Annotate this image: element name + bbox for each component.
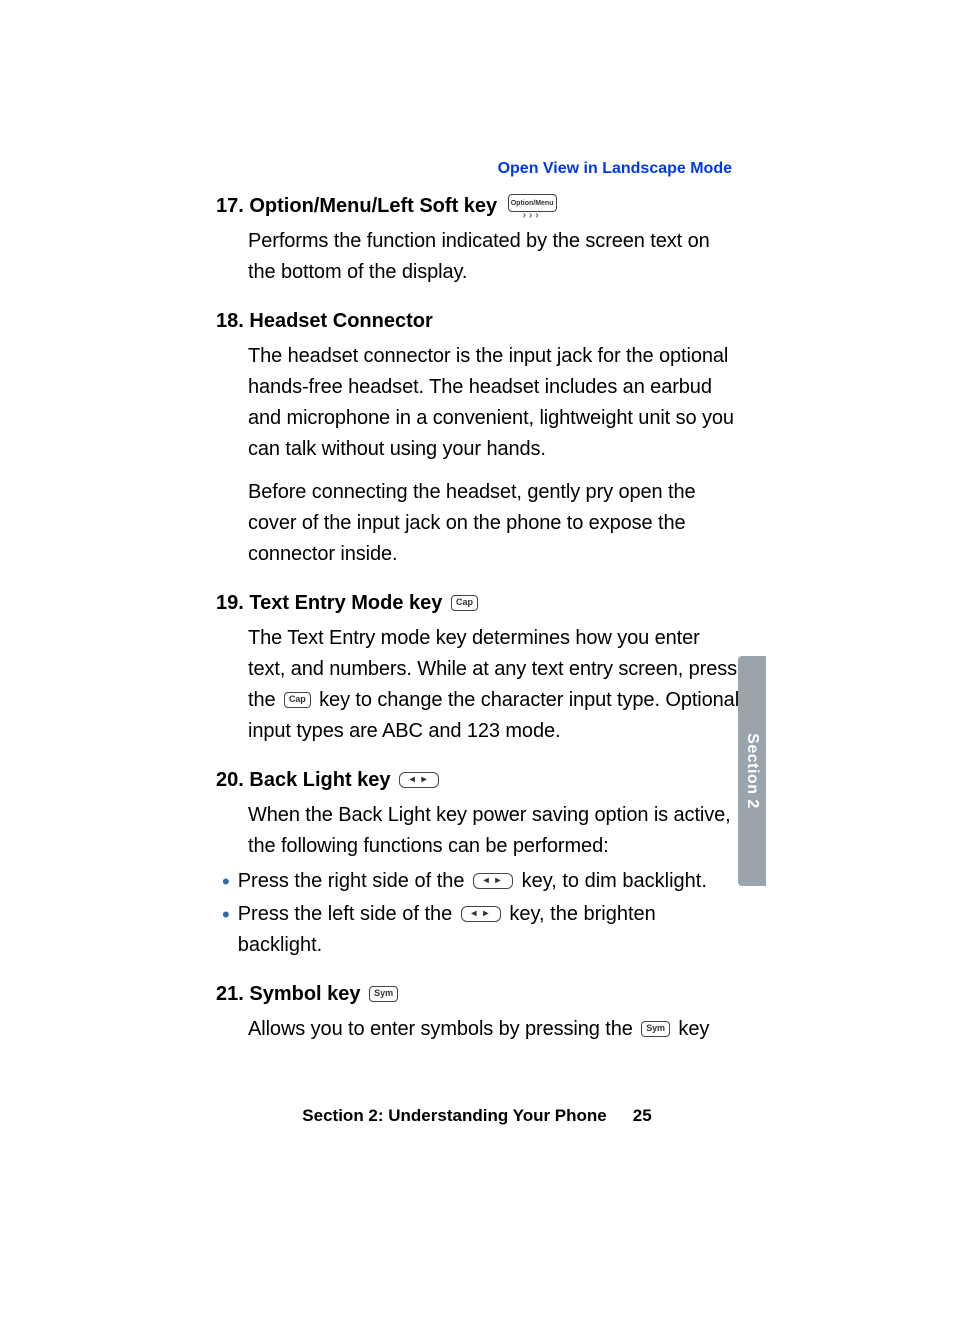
list-item: 18. Headset Connector The headset connec…	[216, 308, 741, 570]
section-tab-label: Section 2	[743, 733, 761, 809]
backlight-key-icon: ◂ ▸	[399, 772, 439, 788]
item-number: 17.	[216, 193, 244, 220]
item-body: When the Back Light key power saving opt…	[248, 800, 741, 862]
bullet-icon: •	[222, 871, 230, 893]
item-number: 20.	[216, 767, 244, 794]
sym-key-icon: Sym	[369, 986, 398, 1002]
header-section-link: Open View in Landscape Mode	[498, 160, 732, 178]
item-body: The headset connector is the input jack …	[248, 341, 741, 465]
section-tab: Section 2	[738, 656, 766, 886]
item-heading: 20. Back Light key ◂ ▸	[216, 767, 442, 794]
item-heading: 17. Option/Menu/Left Soft key Option/Men…	[216, 193, 562, 220]
text-pre: Allows you to enter symbols by pressing …	[248, 1018, 638, 1040]
content-area: 17. Option/Menu/Left Soft key Option/Men…	[216, 193, 741, 1053]
footer-page-number: 25	[633, 1106, 652, 1126]
item-heading: 19. Text Entry Mode key Cap	[216, 590, 481, 617]
backlight-key-icon: ◂ ▸	[473, 873, 513, 889]
item-body: Allows you to enter symbols by pressing …	[248, 1014, 741, 1045]
text-post: key, to dim backlight.	[522, 870, 707, 892]
item-body: The Text Entry mode key determines how y…	[248, 623, 741, 747]
text-pre: Press the left side of the	[238, 903, 458, 925]
item-title: Text Entry Mode key	[249, 590, 442, 617]
item-title: Headset Connector	[249, 308, 432, 335]
list-item: 19. Text Entry Mode key Cap The Text Ent…	[216, 590, 741, 747]
item-heading: 18. Headset Connector	[216, 308, 433, 335]
cap-key-icon: Cap	[451, 595, 478, 611]
bullet-text: Press the right side of the ◂ ▸ key, to …	[238, 866, 707, 897]
text-post: key to change the character input type. …	[248, 689, 739, 742]
option-menu-key-icon: Option/Menu ›››	[505, 194, 560, 219]
item-title: Back Light key	[249, 767, 390, 794]
item-heading: 21. Symbol key Sym	[216, 981, 401, 1008]
bullet-item: • Press the right side of the ◂ ▸ key, t…	[222, 866, 741, 897]
footer-section-title: Section 2: Understanding Your Phone	[302, 1106, 606, 1126]
item-title: Option/Menu/Left Soft key	[249, 193, 497, 220]
bullet-list: • Press the right side of the ◂ ▸ key, t…	[222, 866, 741, 961]
backlight-key-icon: ◂ ▸	[461, 906, 501, 922]
item-number: 18.	[216, 308, 244, 335]
item-title: Symbol key	[249, 981, 360, 1008]
bullet-item: • Press the left side of the ◂ ▸ key, th…	[222, 899, 741, 961]
page-footer: Section 2: Understanding Your Phone 25	[0, 1106, 954, 1126]
page: Open View in Landscape Mode 17. Option/M…	[0, 0, 954, 1319]
item-number: 21.	[216, 981, 244, 1008]
item-body: Before connecting the headset, gently pr…	[248, 477, 741, 570]
cap-key-icon: Cap	[284, 692, 311, 708]
bullet-icon: •	[222, 904, 230, 926]
item-number: 19.	[216, 590, 244, 617]
text-pre: Press the right side of the	[238, 870, 470, 892]
bullet-text: Press the left side of the ◂ ▸ key, the …	[238, 899, 741, 961]
dots-icon: ›››	[523, 213, 542, 219]
item-body: Performs the function indicated by the s…	[248, 226, 741, 288]
sym-key-icon: Sym	[641, 1021, 670, 1037]
list-item: 17. Option/Menu/Left Soft key Option/Men…	[216, 193, 741, 288]
list-item: 20. Back Light key ◂ ▸ When the Back Lig…	[216, 767, 741, 961]
text-post: key	[678, 1018, 709, 1040]
list-item: 21. Symbol key Sym Allows you to enter s…	[216, 981, 741, 1045]
